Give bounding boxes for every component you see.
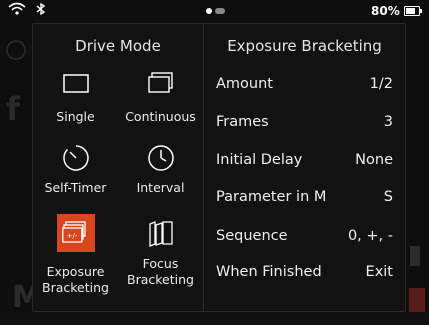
continuous-frames-icon [147,72,173,93]
battery-icon [404,6,422,16]
mode-tile-self-timer[interactable]: Self-Timer [33,142,118,196]
setting-row-amount[interactable]: Amount 1/2 [216,76,393,96]
status-bar: 80% [0,0,429,22]
setting-key: Sequence [216,228,288,244]
setting-value: None [355,152,393,168]
mode-tile-single[interactable]: Single [33,71,118,125]
drive-mode-title: Drive Mode [75,37,161,55]
single-frame-icon [62,74,89,93]
camera-screen: f M 80% Drive Mode Single Continuous Sel… [0,0,429,325]
drive-mode-section: Drive Mode Single Continuous Self-Timer … [33,24,204,311]
svg-text:+/-: +/- [66,232,77,240]
setting-row-when-finished[interactable]: When Finished Exit [216,264,393,284]
bg-bottom-bar [0,312,429,325]
setting-row-parameter-in-m[interactable]: Parameter in M S [216,189,393,209]
mode-tile-continuous[interactable]: Continuous [118,71,203,125]
mode-tile-focus-bracketing[interactable]: Focus Bracketing [118,218,203,288]
settings-title: Exposure Bracketing [227,37,382,55]
bg-bar-icon [410,246,420,266]
mode-label-exposure-line2: Bracketing [42,280,109,295]
mode-label-continuous: Continuous [125,109,196,124]
bg-letter-f-icon: f [6,90,20,128]
mode-label-exposure-line1: Exposure [46,264,105,279]
exposure-bracketing-icon: +/- [61,221,86,243]
exposure-bracketing-settings: Exposure Bracketing Amount 1/2 Frames 3 … [204,24,405,311]
wifi-icon [8,2,26,15]
mode-label-focus-line1: Focus [142,256,179,271]
mode-tile-exposure-bracketing[interactable]: +/- Exposure Bracketing [33,214,118,296]
bluetooth-icon [36,2,46,16]
setting-key: Frames [216,114,269,130]
setting-value: S [383,189,393,205]
setting-key: Parameter in M [216,189,327,205]
mode-label-self-timer: Self-Timer [44,180,107,195]
setting-key: When Finished [216,264,322,280]
interval-clock-icon [147,145,174,171]
bg-card-badge-icon [409,288,425,314]
self-timer-icon [62,145,89,171]
page-indicator-inactive-dot [215,8,225,14]
mode-label-single: Single [56,109,95,124]
drive-mode-panel: Drive Mode Single Continuous Self-Timer … [32,23,406,312]
setting-value: Exit [365,264,393,280]
setting-value: 3 [383,114,393,130]
setting-row-initial-delay[interactable]: Initial Delay None [216,152,393,172]
selected-highlight: +/- [56,214,95,252]
setting-value: 0, +, - [347,228,393,244]
page-indicator-active-dot [206,8,212,14]
setting-row-frames[interactable]: Frames 3 [216,114,393,134]
mode-label-interval: Interval [136,180,185,195]
battery-percent: 80% [371,4,400,18]
mode-tile-interval[interactable]: Interval [118,142,203,196]
setting-value: 1/2 [369,76,393,92]
bg-sun-icon [6,40,26,60]
mode-label-focus-line2: Bracketing [127,272,194,287]
setting-key: Amount [216,76,273,92]
focus-bracketing-icon [148,221,173,247]
setting-row-sequence[interactable]: Sequence 0, +, - [216,228,393,248]
setting-key: Initial Delay [216,152,303,168]
